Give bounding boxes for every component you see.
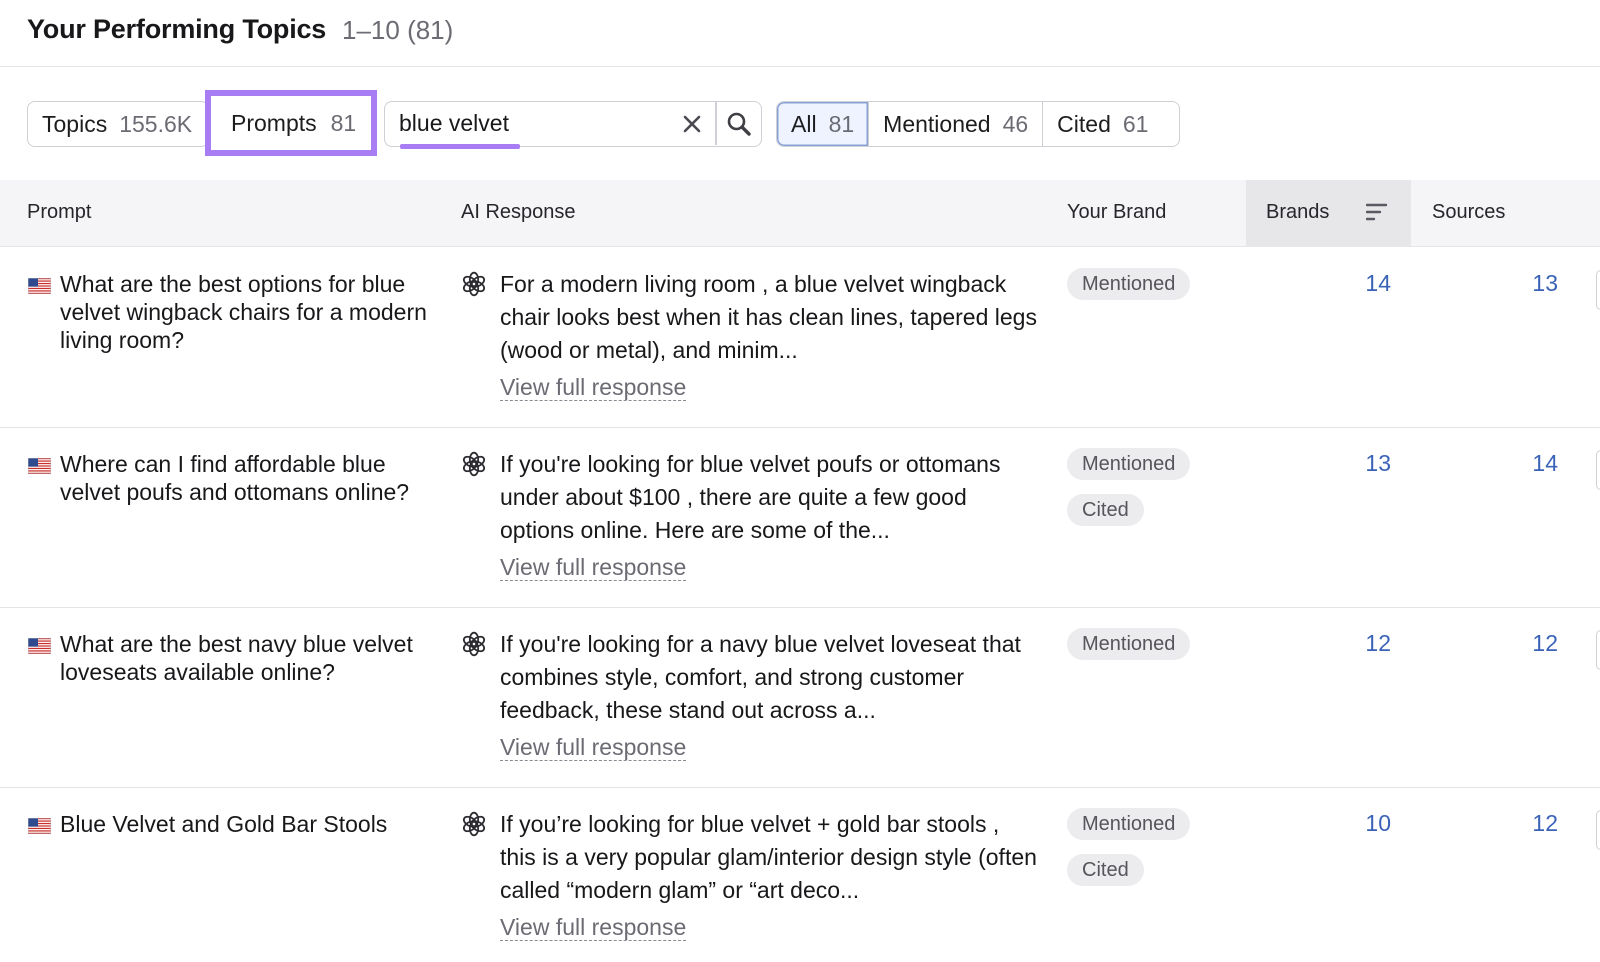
filter-count: 81: [828, 110, 855, 137]
filter-mentioned-button[interactable]: Mentioned 46: [868, 102, 1042, 146]
result-range: 1–10 (81): [342, 15, 454, 45]
us-flag-icon: [27, 457, 52, 475]
prompts-count: 81: [330, 109, 357, 136]
chatgpt-icon: [460, 450, 488, 478]
brands-count-link[interactable]: 14: [1331, 270, 1391, 297]
ai-response-text: If you're looking for blue velvet poufs …: [500, 451, 1001, 543]
column-header-prompt: Prompt: [27, 201, 92, 223]
us-flag-icon: [27, 637, 52, 655]
table-header: Prompt AI Response Your Brand Brands Sou…: [0, 180, 1600, 247]
status-badge: Mentioned: [1067, 808, 1191, 840]
status-badge: Mentioned: [1067, 268, 1191, 300]
status-badge: Cited: [1067, 854, 1144, 886]
sources-count-link[interactable]: 13: [1498, 270, 1558, 297]
topics-count: 155.6K: [119, 110, 193, 137]
view-full-response-link[interactable]: View full response: [500, 374, 687, 401]
row-action-button[interactable]: [1596, 810, 1600, 850]
table-row[interactable]: What are the best options for blue velve…: [0, 248, 1600, 428]
sources-count-link[interactable]: 14: [1498, 450, 1558, 477]
us-flag-icon: [27, 817, 52, 835]
sources-count-link[interactable]: 12: [1498, 810, 1558, 837]
sources-count-link[interactable]: 12: [1498, 630, 1558, 657]
table-row[interactable]: Where can I find affordable blue velvet …: [0, 428, 1600, 608]
brands-header-label: Brands: [1266, 201, 1330, 223]
view-full-response-link[interactable]: View full response: [500, 554, 687, 581]
prompt-text: What are the best options for blue velve…: [60, 271, 427, 353]
row-action-button[interactable]: [1596, 450, 1600, 490]
filter-label: All: [791, 110, 817, 137]
page-header: Your Performing Topics 1–10 (81): [0, 0, 1600, 67]
chatgpt-icon: [460, 270, 488, 298]
view-full-response-link[interactable]: View full response: [500, 914, 687, 941]
column-header-brands[interactable]: Brands: [1246, 180, 1411, 247]
prompts-toggle-button[interactable]: Prompts 81: [205, 90, 377, 156]
brands-count-link[interactable]: 12: [1331, 630, 1391, 657]
column-header-your-brand: Your Brand: [1067, 201, 1167, 223]
column-header-ai-response: AI Response: [461, 201, 576, 223]
chatgpt-icon: [460, 630, 488, 658]
search-icon: [727, 112, 751, 136]
filter-count: 46: [1002, 110, 1029, 137]
brands-count-link[interactable]: 13: [1331, 450, 1391, 477]
topics-toggle-button[interactable]: Topics 155.6K: [27, 101, 209, 147]
row-action-button[interactable]: [1596, 270, 1600, 310]
search-highlight-underline: [400, 144, 520, 149]
status-badge: Mentioned: [1067, 448, 1191, 480]
chatgpt-icon: [460, 810, 488, 838]
filter-label: Cited: [1057, 110, 1111, 137]
search-box: blue velvet: [384, 101, 762, 149]
topics-label: Topics: [42, 110, 108, 137]
brands-count-link[interactable]: 10: [1331, 810, 1391, 837]
prompt-text: Where can I find affordable blue velvet …: [60, 451, 410, 505]
view-full-response-link[interactable]: View full response: [500, 734, 687, 761]
ai-response-text: If you’re looking for blue velvet + gold…: [500, 811, 1037, 903]
prompts-label: Prompts: [231, 109, 317, 136]
column-header-sources: Sources: [1432, 201, 1506, 223]
close-icon[interactable]: [679, 109, 705, 139]
filter-label: Mentioned: [883, 110, 991, 137]
table-row[interactable]: Blue Velvet and Gold Bar Stools If you’re…: [0, 788, 1600, 962]
ai-response-text: If you're looking for a navy blue velvet…: [500, 631, 1021, 723]
us-flag-icon: [27, 277, 52, 295]
filter-cited-button[interactable]: Cited 61: [1042, 102, 1162, 146]
ai-response-text: For a modern living room , a blue velvet…: [500, 271, 1037, 363]
row-action-button[interactable]: [1596, 630, 1600, 670]
status-badge: Cited: [1067, 494, 1144, 526]
search-button[interactable]: [717, 102, 761, 145]
search-input[interactable]: blue velvet: [399, 110, 509, 137]
sort-icon[interactable]: [1366, 202, 1388, 222]
page-title: Your Performing Topics: [27, 14, 327, 44]
filter-count: 61: [1122, 110, 1149, 137]
status-badge: Mentioned: [1067, 628, 1191, 660]
prompt-text: What are the best navy blue velvet loves…: [60, 631, 413, 685]
table-row[interactable]: What are the best navy blue velvet loves…: [0, 608, 1600, 788]
prompt-text: Blue Velvet and Gold Bar Stools: [60, 811, 388, 837]
mention-filter-group: All 81 Mentioned 46 Cited 61: [776, 101, 1180, 147]
filter-all-button[interactable]: All 81: [777, 102, 869, 146]
